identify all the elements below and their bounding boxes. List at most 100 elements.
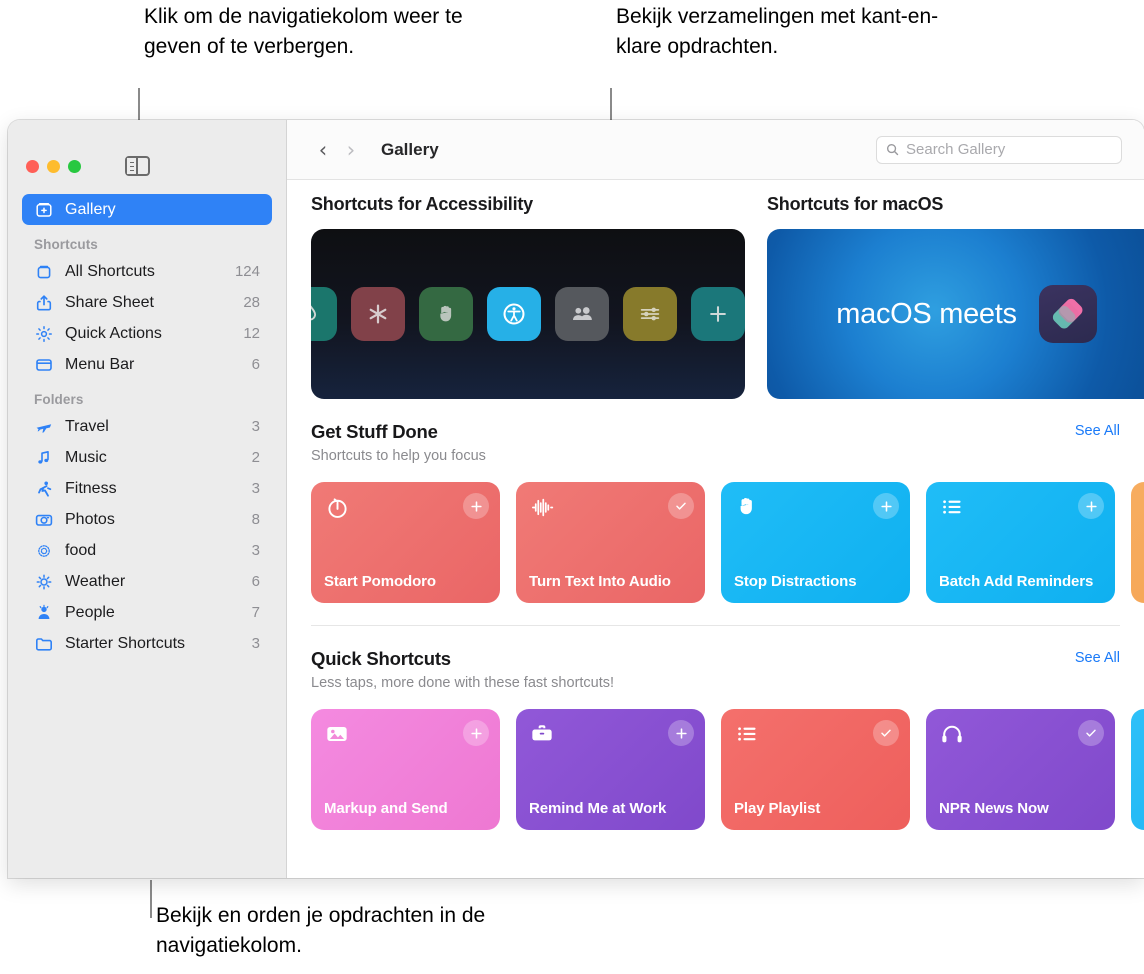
callout-gallery: Bekijk verzamelingen met kant-en-klare o… (616, 5, 939, 58)
sidebar-item-share-sheet[interactable]: Share Sheet 28 (22, 287, 272, 318)
add-badge[interactable] (1078, 493, 1104, 519)
sidebar-item-food[interactable]: food 3 (22, 535, 272, 566)
sidebar-item-label: food (65, 541, 97, 559)
card-title: Remind Me at Work (529, 800, 667, 817)
card-title: Batch Add Reminders (939, 573, 1094, 590)
hand-raised-icon (419, 287, 473, 341)
list-bullet-icon (734, 721, 762, 749)
added-badge[interactable] (873, 720, 899, 746)
gallery-scroll-area: Shortcuts for Accessibility Shortcuts fo… (287, 180, 1144, 878)
shortcuts-app-icon (1038, 285, 1097, 343)
banner-image-accessibility[interactable] (311, 229, 745, 399)
folder-icon (34, 634, 54, 654)
sidebar-item-label: Music (65, 448, 107, 466)
see-all-link[interactable]: See All (1075, 421, 1120, 439)
section-subtitle: Shortcuts to help you focus (311, 448, 486, 464)
card-remind-me-at-work[interactable]: Remind Me at Work (516, 709, 705, 830)
toolbar: ‹ › Gallery Search Gallery (287, 120, 1144, 180)
card-start-pomodoro[interactable]: Start Pomodoro (311, 482, 500, 603)
section-title: Get Stuff Done (311, 421, 438, 442)
camera-icon (34, 510, 54, 530)
chevron-left-icon[interactable]: ‹ (309, 136, 337, 164)
card-markup-and-send[interactable]: Markup and Send (311, 709, 500, 830)
sidebar-item-people[interactable]: People 7 (22, 597, 272, 628)
search-icon (886, 143, 899, 156)
music-note-icon (34, 448, 54, 468)
close-button[interactable] (26, 159, 39, 173)
person-icon (34, 603, 54, 623)
list-bullet-icon (939, 494, 967, 522)
sidebar-list: Gallery Shortcuts All Shortcuts 124 Shar… (8, 182, 286, 659)
search-input[interactable]: Search Gallery (906, 141, 1005, 158)
card-turn-text-into-audio[interactable]: Turn Text Into Audio (516, 482, 705, 603)
card-batch-add-reminders[interactable]: Batch Add Reminders (926, 482, 1115, 603)
sliders-icon (623, 287, 677, 341)
sidebar-item-count: 3 (251, 418, 260, 435)
sidebar-item-music[interactable]: Music 2 (22, 442, 272, 473)
airplane-icon (34, 417, 54, 437)
sidebar-item-count: 6 (251, 573, 260, 590)
card-partial-next[interactable] (1131, 482, 1144, 603)
shortcuts-icon (34, 262, 54, 282)
sidebar-item-count: 28 (243, 294, 260, 311)
card-title: Stop Distractions (734, 573, 857, 590)
drop-icon (311, 287, 337, 341)
sidebar-item-starter-shortcuts[interactable]: Starter Shortcuts 3 (22, 628, 272, 659)
chevron-right-icon[interactable]: › (337, 136, 365, 164)
briefcase-icon (529, 721, 557, 749)
search-field[interactable]: Search Gallery (876, 135, 1122, 164)
card-title: NPR News Now (939, 800, 1049, 817)
sidebar-item-count: 3 (251, 480, 260, 497)
sidebar-item-label: Quick Actions (65, 324, 162, 342)
add-badge[interactable] (873, 493, 899, 519)
zoom-button[interactable] (68, 159, 81, 173)
banner-image-macos[interactable]: macOS meets (767, 229, 1144, 399)
sidebar-item-menu-bar[interactable]: Menu Bar 6 (22, 349, 272, 380)
callout-sidebar-toggle: Klik om de navigatiekolom weer te geven … (144, 5, 463, 58)
sidebar-item-label: Menu Bar (65, 355, 135, 373)
added-badge[interactable] (1078, 720, 1104, 746)
banner-row: Shortcuts for Accessibility Shortcuts fo… (311, 180, 1144, 399)
sidebar-item-fitness[interactable]: Fitness 3 (22, 473, 272, 504)
gallery-icon (34, 200, 54, 220)
window-controls (8, 120, 286, 182)
sparkle-circle-icon (34, 541, 54, 561)
accessibility-icon (487, 287, 541, 341)
sidebar-toggle-icon[interactable] (125, 156, 150, 176)
sidebar-item-quick-actions[interactable]: Quick Actions 12 (22, 318, 272, 349)
sidebar-item-weather[interactable]: Weather 6 (22, 566, 272, 597)
card-title: Play Playlist (734, 800, 821, 817)
leader-line-bottom (150, 880, 152, 918)
gear-icon (34, 324, 54, 344)
section-titles: Get Stuff Done Shortcuts to help you foc… (311, 421, 1075, 464)
banner-macos[interactable]: Shortcuts for macOS macOS meets (767, 194, 1144, 399)
sidebar-item-count: 3 (251, 635, 260, 652)
add-badge[interactable] (668, 720, 694, 746)
hand-raised-icon (734, 494, 762, 522)
timer-icon (324, 494, 352, 522)
sidebar-item-travel[interactable]: Travel 3 (22, 411, 272, 442)
card-stop-distractions[interactable]: Stop Distractions (721, 482, 910, 603)
sidebar-item-label: Photos (65, 510, 115, 528)
add-badge[interactable] (463, 493, 489, 519)
main-content: ‹ › Gallery Search Gallery Shortcuts for… (287, 120, 1144, 878)
minimize-button[interactable] (47, 159, 60, 173)
sidebar-item-photos[interactable]: Photos 8 (22, 504, 272, 535)
callout-navigation-column: Bekijk en orden je opdrachten in de navi… (156, 904, 486, 957)
add-badge[interactable] (463, 720, 489, 746)
sidebar-item-label: Gallery (65, 200, 116, 218)
people-icon (555, 287, 609, 341)
card-play-playlist[interactable]: Play Playlist (721, 709, 910, 830)
see-all-link[interactable]: See All (1075, 648, 1120, 666)
card-partial-next[interactable] (1131, 709, 1144, 830)
runner-icon (34, 479, 54, 499)
page-root: Klik om de navigatiekolom weer te geven … (0, 0, 1144, 974)
sidebar-item-label: Travel (65, 417, 109, 435)
card-title: Markup and Send (324, 800, 448, 817)
sidebar-item-label: Starter Shortcuts (65, 634, 186, 652)
added-badge[interactable] (668, 493, 694, 519)
sidebar-item-gallery[interactable]: Gallery (22, 194, 272, 225)
card-npr-news-now[interactable]: NPR News Now (926, 709, 1115, 830)
banner-accessibility[interactable]: Shortcuts for Accessibility (311, 194, 745, 399)
sidebar-item-all-shortcuts[interactable]: All Shortcuts 124 (22, 256, 272, 287)
